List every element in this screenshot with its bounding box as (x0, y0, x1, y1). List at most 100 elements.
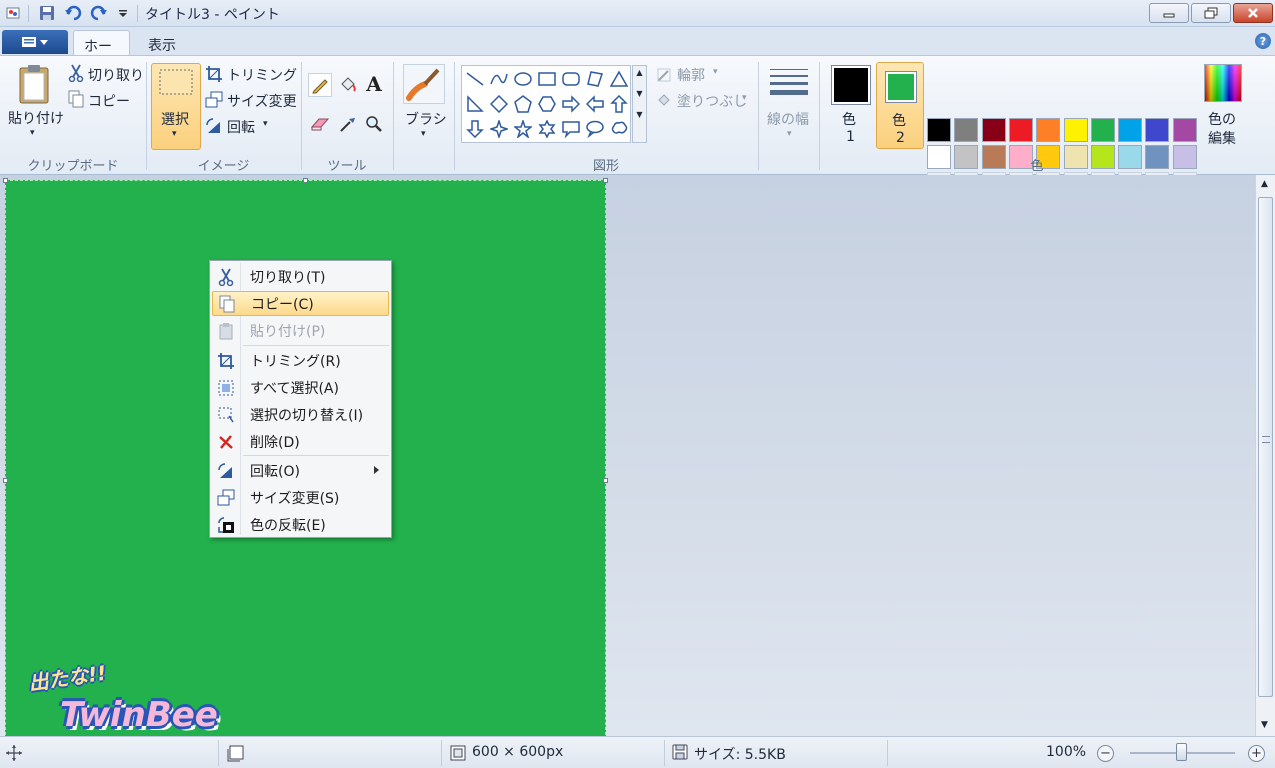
paste-label[interactable]: 貼り付け (8, 108, 64, 128)
shapes-gallery[interactable] (461, 65, 631, 143)
menu-item-invert-selection[interactable]: 選択の切り替え(I) (212, 402, 389, 427)
color2-button[interactable]: 色 2 (876, 62, 924, 149)
paste-button[interactable] (14, 62, 54, 106)
minimize-button[interactable] (1149, 3, 1189, 23)
magnifier-icon[interactable] (362, 112, 386, 136)
zoom-out-button[interactable]: − (1097, 745, 1114, 762)
menu-item-rotate[interactable]: 回転(O) (212, 458, 389, 483)
palette-swatch[interactable] (1090, 118, 1115, 142)
paint-app-icon[interactable] (4, 4, 22, 22)
tab-home[interactable]: ホーム (73, 30, 130, 75)
cloud-callout-shape-icon[interactable] (608, 118, 630, 140)
resize-handle[interactable] (603, 478, 608, 483)
palette-swatch[interactable] (1036, 118, 1061, 142)
right-triangle-shape-icon[interactable] (464, 93, 486, 115)
menu-item-paste[interactable]: 貼り付け(P) (212, 318, 389, 343)
tab-view[interactable]: 表示 (138, 30, 192, 55)
down-arrow-shape-icon[interactable] (464, 118, 486, 140)
scroll-up-icon[interactable]: ▲ (1261, 179, 1268, 189)
vertical-scrollbar[interactable]: ▲ ▼ (1255, 175, 1275, 736)
oval-shape-icon[interactable] (512, 68, 534, 90)
menu-item-resize[interactable]: サイズ変更(S) (212, 485, 389, 510)
line-width-icon[interactable] (768, 66, 810, 98)
canvas-workspace[interactable] (0, 175, 1255, 736)
diamond-shape-icon[interactable] (488, 93, 510, 115)
palette-swatch[interactable] (1172, 118, 1197, 142)
shapes-scroll[interactable]: ▲ ▼ ▼ (632, 65, 647, 143)
eraser-icon[interactable] (308, 112, 332, 136)
palette-swatch[interactable] (927, 118, 951, 142)
menu-item-cut[interactable]: 切り取り(T) (212, 264, 389, 289)
close-button[interactable] (1233, 3, 1273, 23)
palette-swatch[interactable] (1008, 118, 1033, 142)
brush-dropdown-arrow[interactable]: ▾ (421, 129, 426, 139)
polygon-shape-icon[interactable] (584, 68, 606, 90)
fill-bucket-icon[interactable] (336, 73, 360, 97)
oval-callout-shape-icon[interactable] (584, 118, 606, 140)
resize-handle[interactable] (3, 178, 8, 183)
zoom-slider-thumb[interactable] (1176, 743, 1187, 761)
shapes-scroll-down-icon[interactable]: ▼ (633, 89, 646, 98)
line-width-dropdown-arrow[interactable]: ▾ (787, 129, 792, 139)
cut-button[interactable]: 切り取り (88, 65, 144, 85)
select-dropdown-arrow[interactable]: ▾ (172, 129, 177, 139)
resize-handle[interactable] (3, 478, 8, 483)
help-icon[interactable]: ? (1255, 33, 1271, 49)
file-menu-button[interactable] (2, 30, 68, 54)
menu-item-delete[interactable]: 削除(D) (212, 429, 389, 454)
resize-button[interactable]: サイズ変更 (227, 91, 297, 111)
four-point-star-shape-icon[interactable] (488, 118, 510, 140)
curve-shape-icon[interactable] (488, 68, 510, 90)
brush-button[interactable] (403, 64, 445, 104)
edit-colors-label-line1[interactable]: 色の (1208, 109, 1236, 129)
crop-button[interactable]: トリミング (227, 65, 297, 85)
six-point-star-shape-icon[interactable] (536, 118, 558, 140)
outline-button[interactable]: 輪郭 (677, 65, 705, 85)
palette-swatch[interactable] (1118, 118, 1143, 142)
outline-dropdown-arrow[interactable]: ▾ (713, 67, 718, 77)
fill-dropdown-arrow[interactable]: ▾ (742, 93, 747, 103)
edit-colors-icon[interactable] (1204, 64, 1242, 102)
palette-swatch[interactable] (954, 118, 979, 142)
redo-icon[interactable] (90, 4, 108, 22)
line-shape-icon[interactable] (464, 68, 486, 90)
line-width-label[interactable]: 線の幅 (767, 109, 809, 129)
customize-quick-access-icon[interactable] (114, 4, 132, 22)
rounded-rectangle-shape-icon[interactable] (560, 68, 582, 90)
palette-swatch[interactable] (981, 118, 1006, 142)
restore-button[interactable] (1191, 3, 1231, 23)
shapes-expand-icon[interactable]: ▼ (633, 110, 646, 119)
triangle-shape-icon[interactable] (608, 68, 630, 90)
rectangle-shape-icon[interactable] (536, 68, 558, 90)
fill-button[interactable]: 塗りつぶし (677, 91, 747, 111)
paste-dropdown-arrow[interactable]: ▾ (30, 128, 35, 138)
menu-item-crop[interactable]: トリミング(R) (212, 348, 389, 373)
rotate-button[interactable]: 回転 (227, 117, 255, 137)
rect-callout-shape-icon[interactable] (560, 118, 582, 140)
hexagon-shape-icon[interactable] (536, 93, 558, 115)
menu-item-invert-color[interactable]: 色の反転(E) (212, 512, 389, 537)
scroll-down-icon[interactable]: ▼ (1261, 720, 1268, 730)
pentagon-shape-icon[interactable] (512, 93, 534, 115)
undo-icon[interactable] (64, 4, 82, 22)
zoom-in-button[interactable]: + (1248, 745, 1265, 762)
pencil-icon[interactable] (308, 73, 332, 97)
copy-button[interactable]: コピー (88, 91, 130, 111)
left-arrow-shape-icon[interactable] (584, 93, 606, 115)
save-icon[interactable] (38, 4, 56, 22)
right-arrow-shape-icon[interactable] (560, 93, 582, 115)
color1-button[interactable]: 色 1 (828, 62, 874, 149)
edit-colors-label-line2[interactable]: 編集 (1208, 128, 1236, 148)
up-arrow-shape-icon[interactable] (608, 93, 630, 115)
scrollbar-thumb[interactable] (1258, 197, 1273, 697)
shapes-scroll-up-icon[interactable]: ▲ (633, 68, 646, 77)
palette-swatch[interactable] (1063, 118, 1088, 142)
palette-swatch[interactable] (1145, 118, 1170, 142)
color-picker-icon[interactable] (336, 112, 360, 136)
menu-item-select-all[interactable]: すべて選択(A) (212, 375, 389, 400)
five-point-star-shape-icon[interactable] (512, 118, 534, 140)
resize-handle[interactable] (603, 178, 608, 183)
brush-label[interactable]: ブラシ (405, 109, 447, 129)
resize-handle[interactable] (303, 178, 308, 183)
rotate-dropdown-arrow[interactable]: ▾ (263, 119, 268, 129)
